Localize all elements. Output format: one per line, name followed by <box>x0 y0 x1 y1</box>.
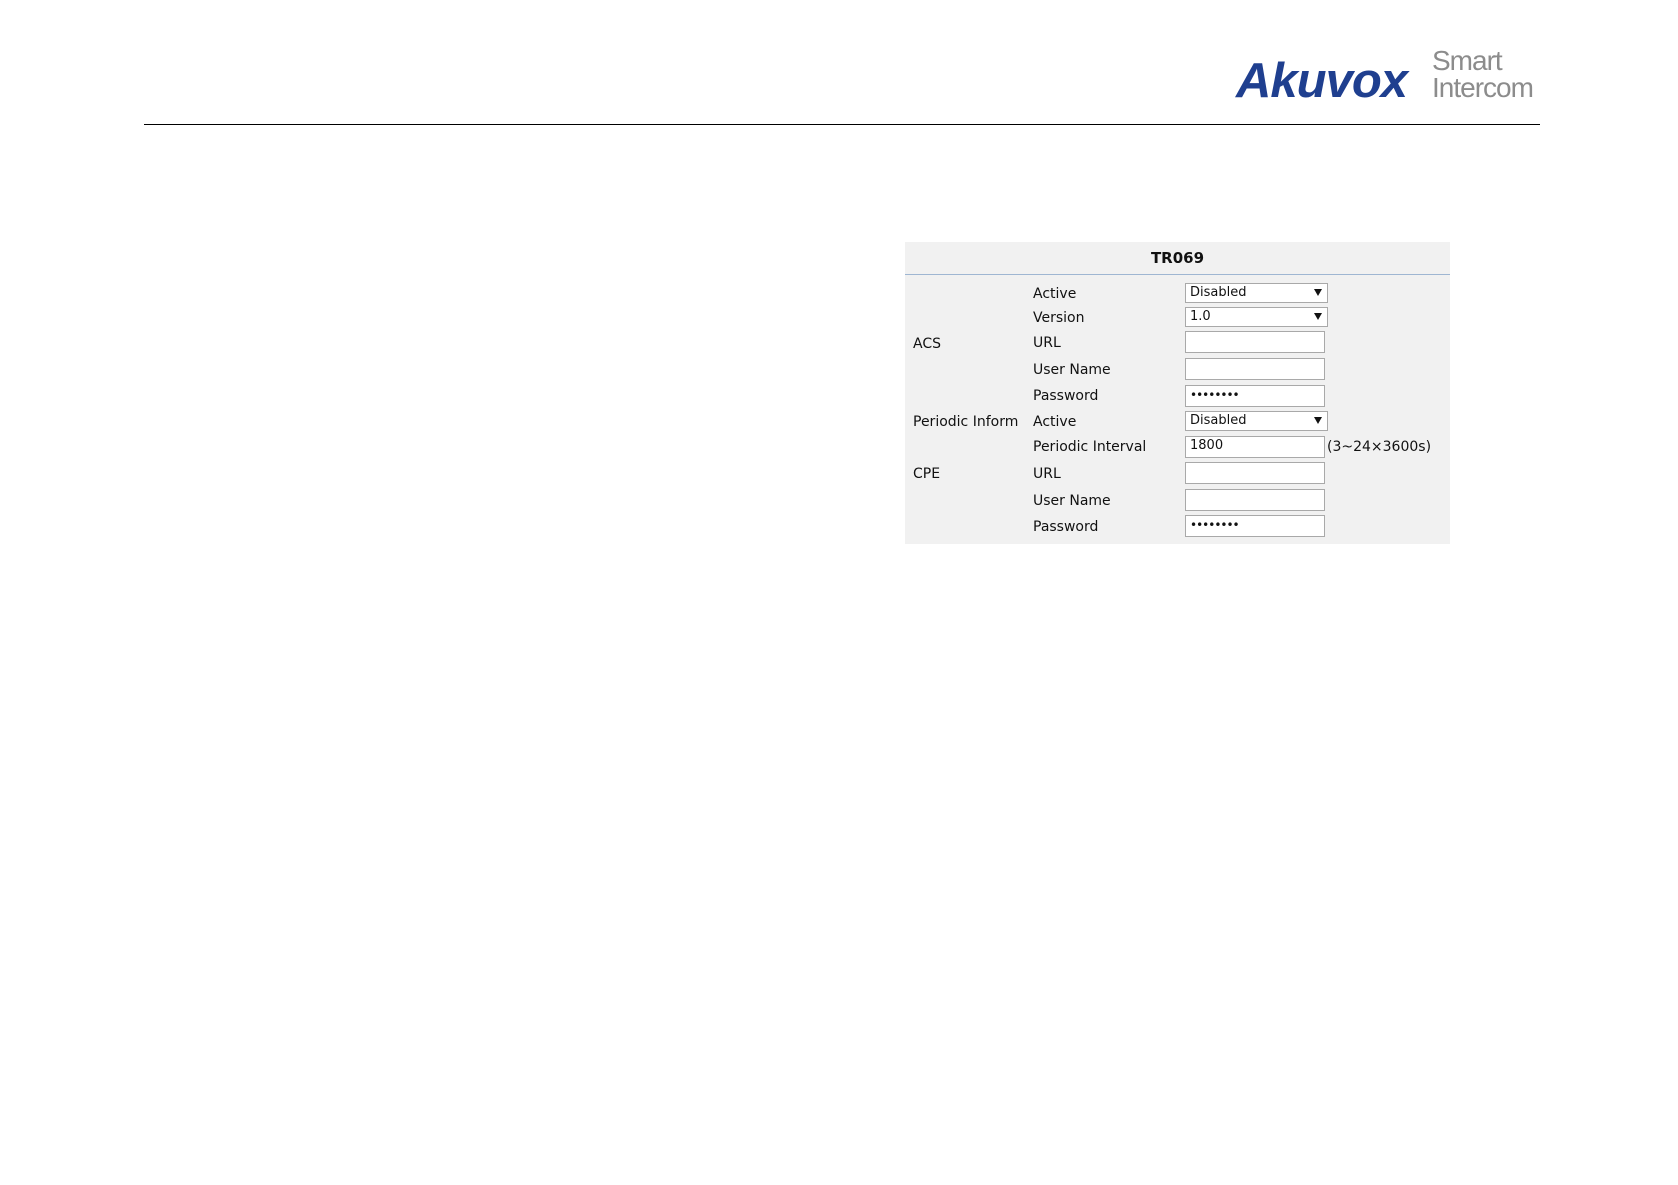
cpe-password-label: Password <box>1033 519 1099 535</box>
logo-tagline-line1: Smart <box>1432 45 1503 76</box>
acs-username-input[interactable] <box>1185 358 1325 380</box>
group-label-periodic-inform: Periodic Inform <box>913 414 1019 430</box>
acs-password-label: Password <box>1033 388 1099 404</box>
cpe-url-label: URL <box>1033 466 1061 482</box>
acs-version-value: 1.0 <box>1190 309 1211 324</box>
akuvox-logo: Akuvox Smart Intercom <box>1236 46 1546 108</box>
acs-active-value: Disabled <box>1190 285 1247 300</box>
panel-header: TR069 <box>905 242 1450 275</box>
panel-title: TR069 <box>1150 249 1205 267</box>
dropdown-arrow-icon <box>1314 417 1322 424</box>
cpe-password-input[interactable]: •••••••• <box>1185 515 1325 537</box>
cpe-username-input[interactable] <box>1185 489 1325 511</box>
cpe-url-input[interactable] <box>1185 462 1325 484</box>
acs-version-select[interactable]: 1.0 <box>1185 307 1328 327</box>
periodic-active-value: Disabled <box>1190 413 1247 428</box>
acs-password-input[interactable]: •••••••• <box>1185 385 1325 407</box>
periodic-interval-hint: (3~24×3600s) <box>1327 439 1432 455</box>
logo-tagline: Smart Intercom <box>1432 45 1534 103</box>
acs-url-label: URL <box>1033 335 1061 351</box>
periodic-active-select[interactable]: Disabled <box>1185 411 1328 431</box>
logo-wordmark: Akuvox <box>1236 54 1408 108</box>
dropdown-arrow-icon <box>1314 289 1322 296</box>
cpe-username-label: User Name <box>1033 493 1111 509</box>
acs-active-label: Active <box>1033 286 1077 302</box>
periodic-interval-input[interactable]: 1800 <box>1185 436 1325 458</box>
tr069-settings-panel: TR069 ACS Active Disabled Version 1.0 UR… <box>905 242 1450 544</box>
logo-tagline-line2: Intercom <box>1432 72 1534 103</box>
dropdown-arrow-icon <box>1314 313 1322 320</box>
group-label-acs: ACS <box>913 336 941 352</box>
acs-url-input[interactable] <box>1185 331 1325 353</box>
group-label-cpe: CPE <box>913 466 941 482</box>
periodic-interval-label: Periodic Interval <box>1033 439 1147 455</box>
acs-version-label: Version <box>1033 310 1085 326</box>
header-divider <box>144 124 1540 125</box>
acs-username-label: User Name <box>1033 362 1111 378</box>
periodic-active-label: Active <box>1033 414 1077 430</box>
acs-active-select[interactable]: Disabled <box>1185 283 1328 303</box>
